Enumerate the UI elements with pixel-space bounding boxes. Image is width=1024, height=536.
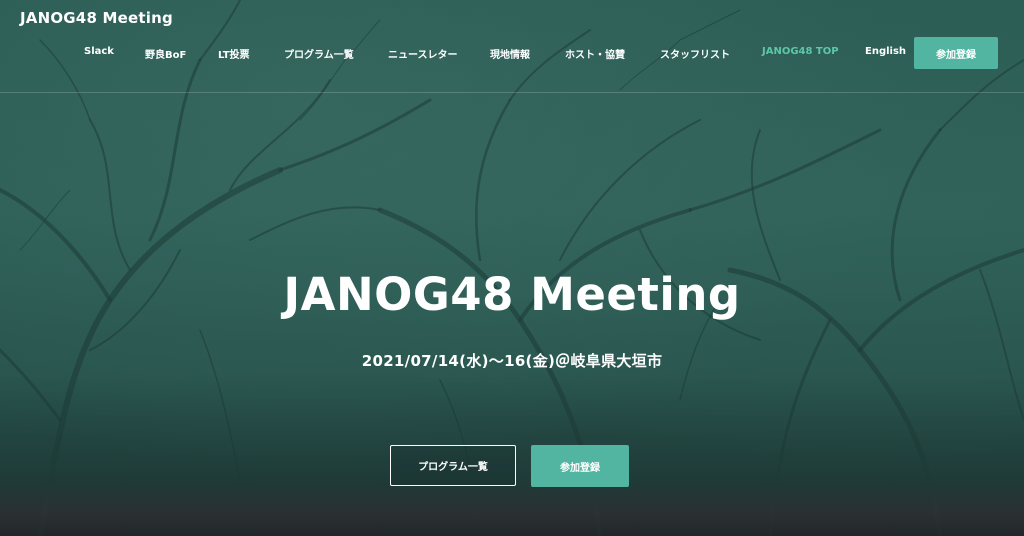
- bottom-shadow: [0, 481, 1024, 536]
- nav-item-staff-list[interactable]: スタッフリスト: [660, 46, 730, 61]
- nav-item-janog48-top[interactable]: JANOG48 TOP: [762, 46, 839, 57]
- main-nav: Slack 野良BoF LT投票 プログラム一覧 ニュースレター 現地情報 ホス…: [0, 37, 1024, 69]
- hero-date-location: 2021/07/14(水)〜16(金)＠岐阜県大垣市: [361, 352, 663, 370]
- site-title[interactable]: JANOG48 Meeting: [20, 9, 173, 27]
- nav-item-slack[interactable]: Slack: [84, 46, 114, 57]
- program-list-button[interactable]: プログラム一覧: [390, 445, 516, 486]
- nav-item-lt-vote[interactable]: LT投票: [218, 46, 250, 61]
- nav-register-button[interactable]: 参加登録: [914, 37, 998, 69]
- hero-section: JANOG48 Meeting Slack 野良BoF LT投票 プログラム一覧…: [0, 0, 1024, 536]
- nav-item-nora-bof[interactable]: 野良BoF: [145, 46, 186, 61]
- nav-item-newsletter[interactable]: ニュースレター: [388, 46, 458, 61]
- nav-item-local-info[interactable]: 現地情報: [490, 46, 530, 61]
- nav-item-english[interactable]: English: [865, 46, 906, 57]
- hero-title: JANOG48 Meeting: [283, 268, 741, 321]
- nav-item-program-list[interactable]: プログラム一覧: [284, 46, 354, 61]
- nav-item-host-sponsor[interactable]: ホスト・協賛: [565, 46, 625, 61]
- header-divider: [0, 92, 1024, 93]
- register-button[interactable]: 参加登録: [531, 445, 629, 487]
